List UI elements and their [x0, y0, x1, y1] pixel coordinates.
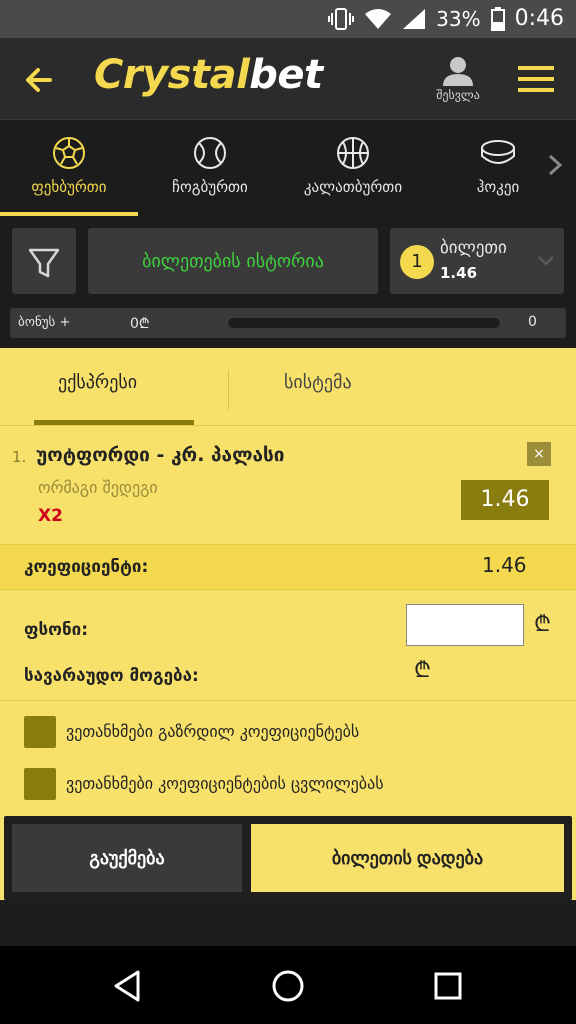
recents-square-icon[interactable]: [430, 968, 466, 1004]
slip-toolbar: ბილეთების ისტორია 1 ბილეთი 1.46: [0, 216, 576, 306]
stake-input[interactable]: [406, 604, 524, 646]
signal-icon: [403, 8, 426, 29]
checkbox-label: ვეთანხმები კოეფიციენტების ცვლილებას: [66, 774, 384, 793]
bonus-count: 0: [528, 314, 537, 330]
match-name: უოტფორდი - კრ. პალასი: [36, 444, 285, 466]
potential-win-label: სავარაუდო მოგება:: [24, 666, 199, 686]
tab-basketball[interactable]: კალათბურთი: [282, 120, 424, 216]
filter-button[interactable]: [12, 228, 76, 294]
bet-odd: 1.46: [461, 480, 549, 520]
bet-item: 1. უოტფორდი - კრ. პალასი ორმაგი შედეგი X…: [0, 426, 576, 544]
system-nav-bar: [0, 946, 576, 1024]
checkbox-label: ვეთანხმები გაზრდილ კოეფიციენტებს: [66, 722, 360, 741]
soccer-ball-icon: [53, 137, 85, 169]
place-bet-button[interactable]: ბილეთის დადება: [251, 824, 564, 892]
total-coefficient-row: კოეფიციენტი: 1.46: [0, 544, 576, 590]
clock: 0:46: [514, 6, 564, 31]
sports-tabs: ფეხბურთი ჩოგბურთი კალათბურთი ჰოკეი: [0, 120, 576, 216]
bonus-label: ბონუს +: [18, 315, 71, 330]
remove-bet-button[interactable]: ×: [527, 442, 551, 466]
tab-label: ფეხბურთი: [31, 178, 107, 196]
ticket-selector[interactable]: 1 ბილეთი 1.46: [390, 228, 564, 294]
vibrate-icon: [328, 7, 355, 30]
tab-hockey[interactable]: ჰოკეი: [448, 120, 548, 216]
slip-tabs: ექსპრესი სისტემა: [0, 348, 576, 426]
divider: [0, 700, 576, 701]
hamburger-menu-icon[interactable]: [518, 64, 554, 94]
slip-actions: გაუქმება ბილეთის დადება: [4, 816, 572, 900]
home-circle-icon[interactable]: [270, 968, 306, 1004]
coefficient-value: 1.46: [482, 553, 527, 577]
bonus-progress-bar: [228, 318, 500, 328]
tab-football[interactable]: ფეხბურთი: [0, 120, 138, 216]
app-header: Crystalbet შესვლა: [0, 38, 576, 120]
currency-symbol: ₾: [414, 658, 431, 683]
back-arrow-icon[interactable]: [20, 60, 60, 100]
bet-index: 1.: [12, 448, 27, 466]
ticket-label: ბილეთი: [440, 238, 507, 258]
selection: X2: [38, 506, 63, 526]
cancel-button[interactable]: გაუქმება: [12, 824, 242, 892]
funnel-icon: [28, 248, 60, 278]
user-icon: [443, 57, 473, 86]
bonus-bar: ბონუს + 0₾ 0: [10, 308, 566, 338]
accept-odds-change-checkbox[interactable]: [24, 768, 56, 800]
market-name: ორმაგი შედეგი: [38, 478, 158, 497]
coefficient-label: კოეფიციენტი:: [24, 557, 149, 577]
tennis-ball-icon: [194, 137, 226, 169]
tab-system[interactable]: სისტემა: [284, 372, 352, 393]
tab-label: კალათბურთი: [303, 178, 403, 196]
tab-label: ჰოკეი: [476, 178, 520, 196]
bet-slip: ექსპრესი სისტემა 1. უოტფორდი - კრ. პალას…: [0, 348, 576, 900]
ticket-odd: 1.46: [440, 264, 478, 282]
ticket-count-badge: 1: [400, 245, 434, 279]
currency-symbol: ₾: [534, 612, 551, 637]
back-triangle-icon[interactable]: [110, 968, 146, 1004]
battery-icon: [490, 6, 505, 31]
tab-label: ჩოგბურთი: [172, 178, 248, 196]
basketball-icon: [337, 137, 369, 169]
tab-separator: [228, 370, 229, 410]
crystalbet-logo[interactable]: Crystalbet: [94, 52, 323, 98]
status-bar: 33% 0:46: [0, 0, 576, 38]
wifi-icon: [365, 8, 392, 29]
chevron-down-icon: [538, 256, 554, 266]
ticket-history-button[interactable]: ბილეთების ისტორია: [88, 228, 378, 294]
login-label: შესვლა: [436, 88, 480, 102]
stake-label: ფსონი:: [24, 620, 89, 640]
battery-level: 33%: [436, 6, 481, 31]
login-button[interactable]: შესვლა: [428, 56, 488, 102]
accept-increased-odds-checkbox[interactable]: [24, 716, 56, 748]
chevron-right-icon[interactable]: [540, 150, 570, 180]
tab-express[interactable]: ექსპრესი: [58, 372, 137, 393]
hockey-puck-icon: [481, 140, 515, 164]
page-background: [0, 900, 576, 946]
bonus-amount: 0₾: [130, 316, 150, 332]
tab-tennis[interactable]: ჩოგბურთი: [142, 120, 278, 216]
